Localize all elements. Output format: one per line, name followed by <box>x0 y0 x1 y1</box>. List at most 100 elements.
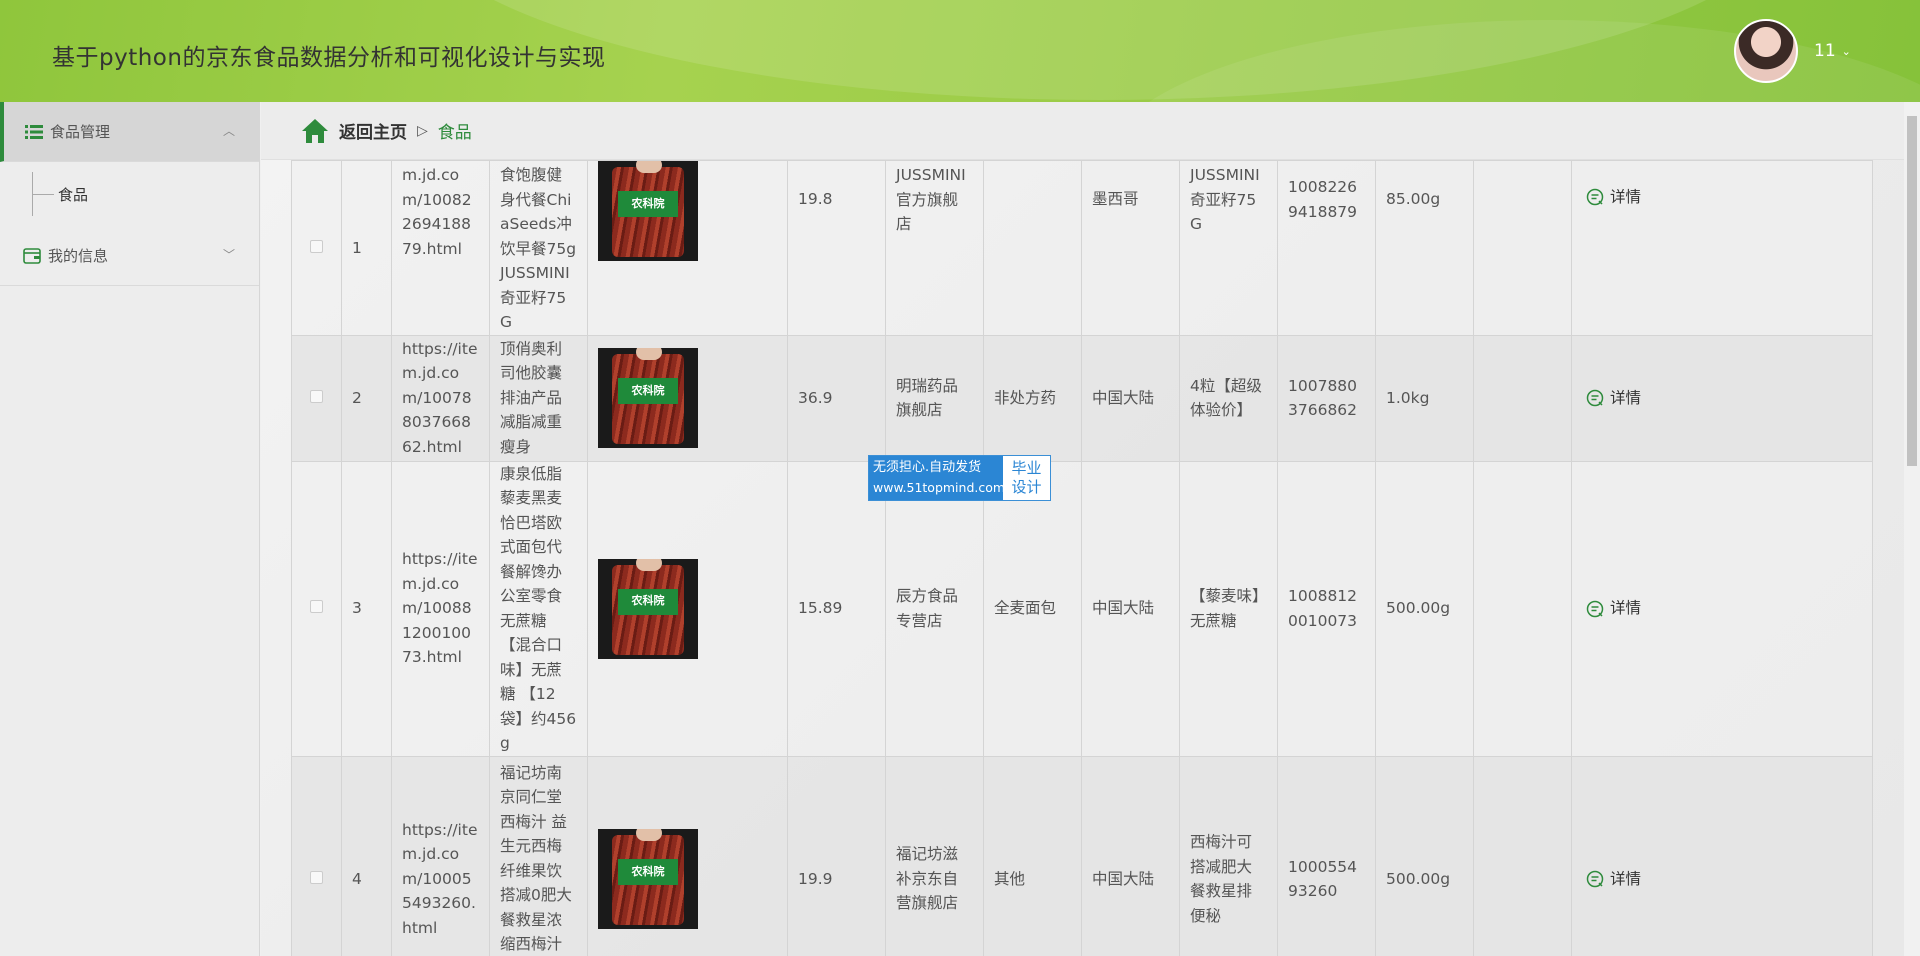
hand-graphic <box>636 348 662 360</box>
cell-spec: 西梅汁可搭减肥大餐救星排便秘 <box>1179 755 1278 956</box>
cell-sku: 100055493260 <box>1277 755 1376 956</box>
cell-url: https://item.jd.com/10078803766862.html <box>391 334 490 462</box>
detail-button[interactable]: 详情 <box>1582 386 1862 411</box>
watermark-line2: www.51topmind.com <box>873 480 1006 495</box>
cell-actions: 详情 <box>1571 160 1873 336</box>
sidebar-group-my-info[interactable]: 我的信息 ﹀ <box>0 226 259 286</box>
sidebar-item-label: 食品 <box>58 185 89 204</box>
cell-shop: 明瑞药品旗舰店 <box>885 334 984 462</box>
cell-origin: 中国大陆 <box>1081 460 1180 757</box>
cell-weight: 1.0kg <box>1375 334 1474 462</box>
cell-category: 其他 <box>983 755 1082 956</box>
product-image: 农科院 <box>598 161 698 261</box>
cell-weight: 500.00g <box>1375 755 1474 956</box>
product-image-label: 农科院 <box>618 191 678 217</box>
product-image-label: 农科院 <box>618 378 678 404</box>
cell-name: 顶俏奥利司他胶囊排油产品减脂减重瘦身 <box>489 334 588 462</box>
cell-image: 农科院 <box>587 755 788 956</box>
avatar[interactable] <box>1734 19 1798 83</box>
detail-button[interactable]: 详情 <box>1582 867 1862 892</box>
cell-category: 非处方药 <box>983 334 1082 462</box>
cell-shop: 福记坊滋补京东自营旗舰店 <box>885 755 984 956</box>
shop-text: JUSSMINI官方旗舰店 <box>896 166 966 233</box>
product-image: 农科院 <box>598 829 698 929</box>
sidebar-group-food-management[interactable]: 食品管理 ︿ <box>0 102 259 162</box>
product-image: 农科院 <box>598 558 698 659</box>
watermark-line1: 无须担心.自动发货 <box>873 460 982 475</box>
url-text: m.jd.com/10082269418879.html <box>402 166 472 258</box>
cell-url: https://item.jd.com/10088120010073.html <box>391 460 490 757</box>
detail-icon <box>1586 389 1604 407</box>
user-name: 11 <box>1814 41 1836 61</box>
wallet-icon <box>22 247 42 264</box>
breadcrumb-current: 食品 <box>437 123 472 143</box>
sidebar: 食品管理 ︿ 食品 我的信息 ﹀ <box>0 102 260 956</box>
breadcrumb: 返回主页 ▷ 食品 <box>261 102 1904 160</box>
sidebar-group-label: 我的信息 <box>48 247 109 265</box>
cell-spec: 【藜麦味】无蔗糖 <box>1179 460 1278 757</box>
cell-price: 19.9 <box>787 755 886 956</box>
hand-graphic <box>636 161 662 173</box>
row-checkbox[interactable] <box>310 389 323 403</box>
cell-sku: 10088120010073 <box>1277 460 1376 757</box>
product-image-label: 农科院 <box>618 859 678 885</box>
cell-index: 1 <box>341 160 392 336</box>
cell-url: m.jd.com/10082269418879.html <box>391 160 490 336</box>
detail-button[interactable]: 详情 <box>1582 596 1862 621</box>
row-checkbox[interactable] <box>310 239 323 253</box>
cell-origin: 墨西哥 <box>1081 160 1180 336</box>
cell-actions: 详情 <box>1571 755 1873 956</box>
watermark-badge: 无须担心.自动发货 www.51topmind.com 毕业 设计 <box>868 455 1051 501</box>
table-row: 4 https://item.jd.com/100055493260.html … <box>291 755 1873 956</box>
food-table-wrapper: 1 m.jd.com/10082269418879.html 食饱腹健身代餐Ch… <box>291 160 1873 956</box>
detail-button[interactable]: 详情 <box>1582 185 1862 210</box>
row-checkbox-cell <box>291 755 342 956</box>
row-checkbox[interactable] <box>310 600 323 614</box>
cell-image: 农科院 <box>587 460 788 757</box>
home-icon[interactable] <box>301 118 329 144</box>
cell-spec: JUSSMINI奇亚籽75G <box>1179 160 1278 336</box>
user-menu[interactable]: 11 ⌄ <box>1814 41 1851 61</box>
row-checkbox-cell <box>291 160 342 336</box>
cell-empty <box>1473 755 1572 956</box>
cell-weight: 500.00g <box>1375 460 1474 757</box>
cell-empty <box>1473 334 1572 462</box>
row-checkbox-cell <box>291 334 342 462</box>
cell-origin: 中国大陆 <box>1081 334 1180 462</box>
cell-name: 福记坊南京同仁堂西梅汁 益生元西梅纤维果饮搭减0肥大餐救星浓缩西梅汁 <box>489 755 588 956</box>
cell-price: 19.8 <box>787 160 886 336</box>
row-checkbox-cell <box>291 460 342 757</box>
vertical-scrollbar[interactable] <box>1904 102 1920 956</box>
table-row: 3 https://item.jd.com/10088120010073.htm… <box>291 460 1873 757</box>
cell-name: 康泉低脂藜麦黑麦恰巴塔欧式面包代餐解馋办公室零食无蔗糖【混合口味】无蔗糖 【12… <box>489 460 588 757</box>
cell-sku: 10078803766862 <box>1277 334 1376 462</box>
watermark-right: 毕业 设计 <box>1003 456 1050 500</box>
spec-text: JUSSMINI奇亚籽75G <box>1190 166 1260 233</box>
cell-price: 15.89 <box>787 460 886 757</box>
cell-category <box>983 160 1082 336</box>
detail-label: 详情 <box>1610 869 1642 888</box>
cell-empty <box>1473 460 1572 757</box>
hand-graphic <box>636 829 662 841</box>
chevron-down-icon: ﹀ <box>222 248 235 262</box>
breadcrumb-separator-icon: ▷ <box>417 122 428 139</box>
detail-label: 详情 <box>1610 599 1642 618</box>
cell-category: 全麦面包 <box>983 460 1082 757</box>
scrollbar-thumb[interactable] <box>1907 116 1917 466</box>
name-text: 食饱腹健身代餐ChiaSeeds冲饮早餐75g JUSSMINI奇亚籽75G <box>500 166 577 331</box>
sidebar-item-food[interactable]: 食品 <box>0 162 259 226</box>
chevron-up-icon: ︿ <box>222 124 235 138</box>
cell-shop: JUSSMINI官方旗舰店 <box>885 160 984 336</box>
sidebar-group-label: 食品管理 <box>50 123 111 141</box>
row-checkbox[interactable] <box>310 870 323 884</box>
cell-empty <box>1473 160 1572 336</box>
hand-graphic <box>636 558 662 571</box>
cell-sku: 10082269418879 <box>1277 160 1376 336</box>
watermark-right-line2: 设计 <box>1011 478 1042 496</box>
detail-icon <box>1586 870 1604 888</box>
breadcrumb-home-link[interactable]: 返回主页 <box>339 118 407 143</box>
cell-actions: 详情 <box>1571 460 1873 757</box>
sku-text: 10082269418879 <box>1288 178 1358 221</box>
menu-list-icon <box>24 124 44 140</box>
cell-name: 食饱腹健身代餐ChiaSeeds冲饮早餐75g JUSSMINI奇亚籽75G <box>489 160 588 336</box>
